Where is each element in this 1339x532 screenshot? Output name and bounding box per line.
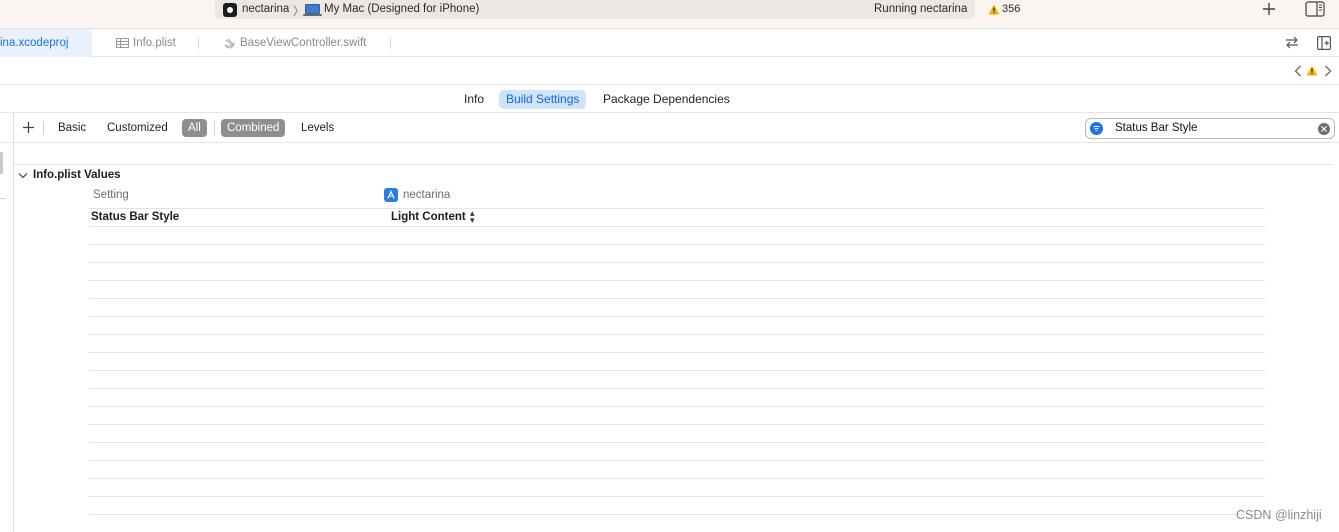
- warning-icon[interactable]: [1306, 65, 1318, 76]
- setting-name: Status Bar Style: [91, 211, 180, 223]
- tab-info[interactable]: Info: [457, 90, 491, 109]
- chevron-down-icon[interactable]: [18, 172, 28, 180]
- tab-divider: [390, 37, 391, 49]
- warning-count[interactable]: 356: [1002, 3, 1020, 15]
- tab-xcodeproj[interactable]: ina.xcodeproj: [0, 29, 92, 57]
- setting-value[interactable]: Light Content: [391, 211, 466, 223]
- filter-levels[interactable]: Levels: [295, 119, 340, 137]
- sidebar-scroll-indicator[interactable]: [0, 152, 3, 174]
- build-settings-filter-bar: Basic Customized All Combined Levels Sta…: [0, 113, 1339, 143]
- table-icon: [116, 38, 129, 48]
- app-target-icon: [384, 188, 398, 202]
- column-header-target: nectarina: [403, 189, 451, 201]
- mac-device-icon: [305, 4, 320, 14]
- popup-stepper-icon[interactable]: ▴ ▾: [470, 209, 475, 225]
- chevron-right-icon: 〉: [293, 6, 305, 18]
- watermark: CSDN @linzhiji: [1236, 508, 1322, 522]
- add-setting-icon[interactable]: [22, 121, 35, 134]
- table-row[interactable]: Status Bar Style Light Content ▴ ▾: [89, 209, 1265, 226]
- filter-customized[interactable]: Customized: [101, 119, 174, 137]
- scheme-name[interactable]: nectarina: [242, 3, 289, 15]
- divider: [214, 121, 215, 135]
- section-title[interactable]: Info.plist Values: [33, 169, 121, 181]
- left-edge-border: [13, 143, 14, 532]
- tab-info-plist[interactable]: Info.plist: [114, 29, 200, 57]
- project-editor-segments: Info Build Settings Package Dependencies: [0, 85, 1339, 113]
- jump-bar: [0, 57, 1339, 85]
- divider: [43, 121, 44, 135]
- scheme-activity-bar: nectarina 〉 My Mac (Designed for iPhone)…: [215, 0, 975, 19]
- inspector-toggle-icon[interactable]: [1305, 1, 1325, 17]
- warning-icon[interactable]: [988, 4, 1000, 15]
- tab-label: BaseViewController.swift: [240, 37, 367, 49]
- tab-label: ina.xcodeproj: [0, 37, 69, 49]
- tab-package-dependencies[interactable]: Package Dependencies: [596, 90, 737, 109]
- section-top-divider: [14, 164, 1332, 165]
- swift-file-icon: [224, 38, 236, 49]
- activity-status: Running nectarina: [874, 3, 968, 15]
- tab-baseviewcontroller[interactable]: BaseViewController.swift: [222, 29, 390, 57]
- add-icon[interactable]: [1262, 2, 1276, 16]
- tab-divider: [198, 37, 199, 49]
- filter-all[interactable]: All: [182, 119, 207, 137]
- search-field[interactable]: Status Bar Style: [1085, 118, 1335, 139]
- tab-build-settings[interactable]: Build Settings: [499, 90, 587, 109]
- sidebar-divider: [0, 198, 6, 199]
- editor-tab-bar: ina.xcodeproj Info.plist BaseViewControl…: [0, 28, 1339, 57]
- window-toolbar: nectarina 〉 My Mac (Designed for iPhone)…: [0, 0, 1339, 28]
- clear-search-icon[interactable]: [1318, 123, 1330, 135]
- split-editor-icon[interactable]: [1317, 36, 1331, 50]
- left-border: [13, 113, 14, 143]
- run-destination[interactable]: My Mac (Designed for iPhone): [324, 3, 479, 15]
- tab-label: Info.plist: [133, 37, 176, 49]
- chevron-left-icon[interactable]: [1294, 65, 1302, 77]
- chevron-right-icon[interactable]: [1324, 65, 1332, 77]
- related-items-icon[interactable]: [1285, 36, 1299, 49]
- column-header-setting: Setting: [93, 189, 129, 201]
- filter-basic[interactable]: Basic: [52, 119, 92, 137]
- search-input[interactable]: Status Bar Style: [1115, 122, 1197, 134]
- app-scheme-icon[interactable]: [223, 3, 237, 17]
- filter-icon[interactable]: [1090, 122, 1103, 135]
- filter-combined[interactable]: Combined: [221, 119, 286, 137]
